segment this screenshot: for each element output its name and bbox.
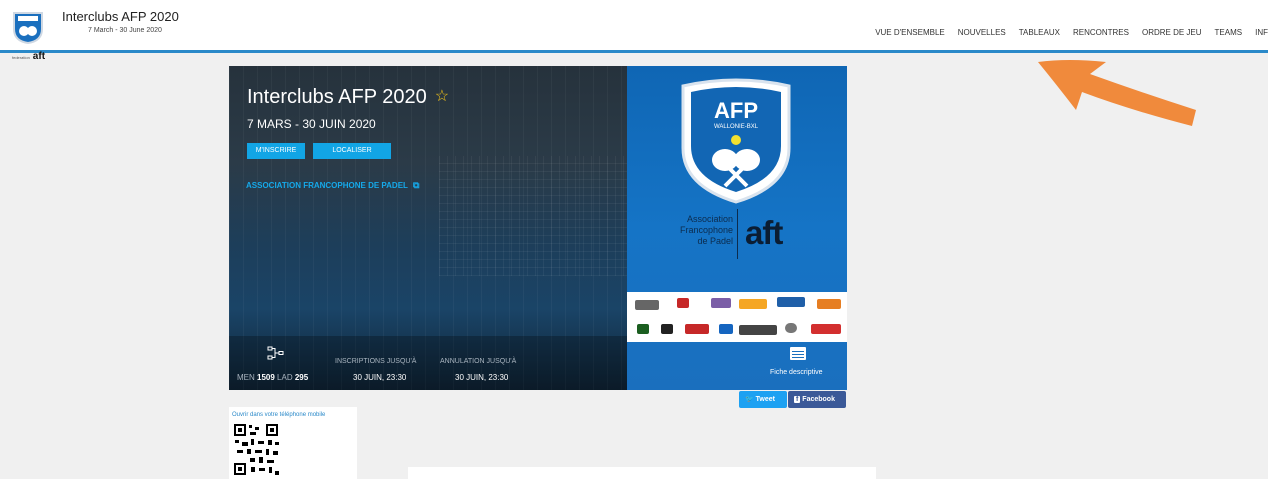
tournament-dates: 7 MARS - 30 JUIN 2020 [247,117,376,131]
annotation-arrow-icon [1038,60,1196,126]
aft-logo: aft [745,214,783,251]
external-link-icon: ⧉ [412,180,420,190]
banner-poster: AFP WALLONIE-BXL Association Francophone… [627,66,847,390]
mobile-qr-panel: Ouvrir dans votre téléphone mobile [229,407,357,479]
svg-text:WALLONIE-BXL: WALLONIE-BXL [714,124,759,130]
draw-counts: MEN 1509 LAD 295 [237,373,309,382]
afp-logo[interactable] [10,9,46,45]
afp-badge-logo: AFP WALLONIE-BXL [681,78,791,204]
nav-teams[interactable]: TEAMS [1215,28,1243,37]
inscriptions-label: INSCRIPTIONS JUSQU'À [335,358,417,365]
nav-vue-ensemble[interactable]: VUE D'ENSEMBLE [875,28,945,37]
nav-rencontres[interactable]: RENCONTRES [1073,28,1129,37]
facebook-icon: f [794,396,801,403]
svg-text:AFP: AFP [714,98,758,123]
banner-fence [439,156,627,276]
star-icon[interactable]: ☆ [435,88,449,105]
content-panel [408,467,876,479]
nav-info[interactable]: INF [1255,28,1268,37]
aft-mini-logo: federation aft [12,51,46,62]
nav-tableaux[interactable]: TABLEAUX [1019,28,1060,37]
association-name: Association Francophone de Padel [679,214,733,246]
open-mobile-link[interactable]: Ouvrir dans votre téléphone mobile [232,412,325,418]
twitter-icon: 🐦 [745,396,754,403]
organizer-link[interactable]: ASSOCIATION FRANCOPHONE DE PADEL ⧉ [246,180,419,191]
nav-ordre-de-jeu[interactable]: ORDRE DE JEU [1142,28,1202,37]
register-button[interactable]: M'INSCRIRE [247,143,305,159]
locate-button[interactable]: LOCALISER [313,143,391,159]
fiche-descriptive-link[interactable]: Fiche descriptive [770,369,823,376]
annulation-value: 30 JUIN, 23:30 [455,373,509,382]
inscriptions-value: 30 JUIN, 23:30 [353,373,407,382]
nav-nouvelles[interactable]: NOUVELLES [958,28,1006,37]
main-nav: VUE D'ENSEMBLE NOUVELLES TABLEAUX RENCON… [875,28,1268,37]
top-bar: Interclubs AFP 2020 7 March - 30 June 20… [0,0,1268,53]
site-dates: 7 March - 30 June 2020 [88,27,162,34]
tweet-button[interactable]: 🐦 Tweet [739,391,787,408]
bracket-icon [267,346,284,360]
annulation-label: ANNULATION JUSQU'À [440,358,517,365]
logo-divider [737,209,738,259]
document-icon[interactable] [790,347,806,360]
facebook-button[interactable]: f Facebook [788,391,846,408]
site-title[interactable]: Interclubs AFP 2020 [62,9,179,24]
tournament-title: Interclubs AFP 2020 ☆ [247,86,450,108]
qr-code-icon [233,423,281,479]
tournament-banner: Interclubs AFP 2020 ☆ 7 MARS - 30 JUIN 20… [229,66,847,390]
sponsor-logos [627,292,847,342]
